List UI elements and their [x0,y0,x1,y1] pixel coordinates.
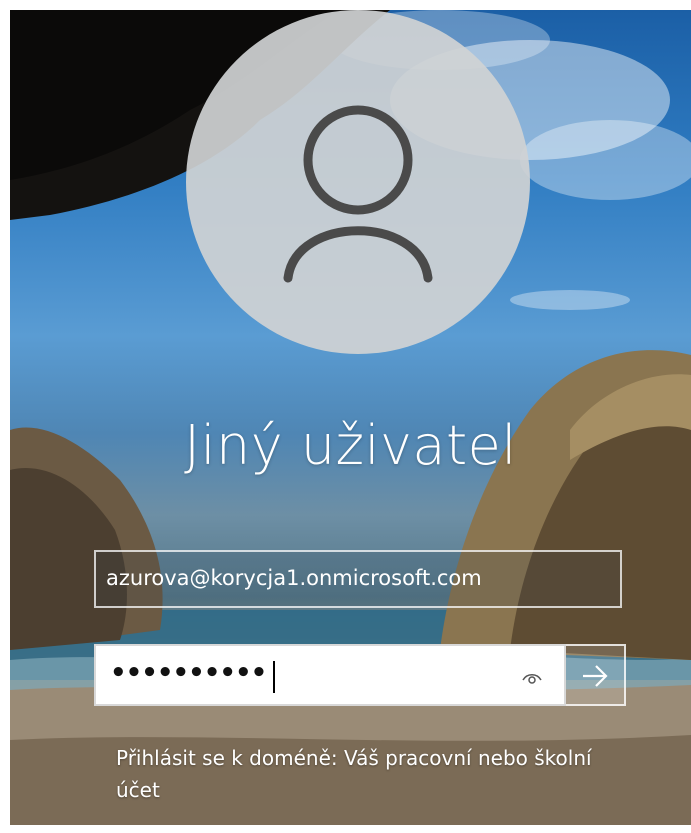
password-row: •••••••••• [94,644,626,706]
sign-in-domain-link[interactable]: Přihlásit se k doméně: Váš pracovní nebo… [116,742,636,806]
submit-button[interactable] [566,644,626,706]
user-avatar [186,10,530,354]
login-screen: Jiný uživatel azurova@korycja1.onmicroso… [0,0,691,833]
email-field[interactable]: azurova@korycja1.onmicrosoft.com [94,550,622,608]
lock-screen-background: Jiný uživatel azurova@korycja1.onmicroso… [10,10,691,825]
arrow-right-icon [583,665,608,687]
email-value: azurova@korycja1.onmicrosoft.com [106,566,482,590]
password-masked-value: •••••••••• [110,658,267,688]
eye-icon[interactable] [520,665,544,689]
user-name-heading: Jiný uživatel [184,414,517,477]
password-input[interactable]: •••••••••• [94,644,566,706]
text-caret [273,661,275,693]
user-silhouette-icon [283,105,433,283]
